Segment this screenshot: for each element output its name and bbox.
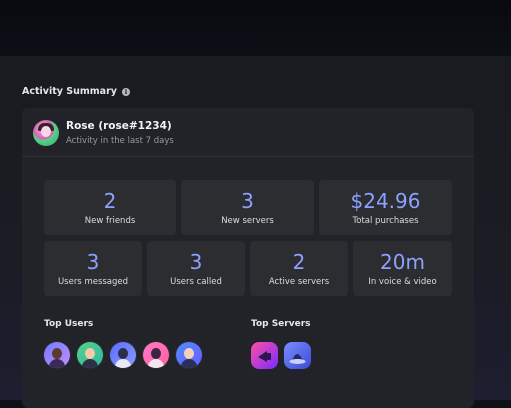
avatar-head [52, 348, 62, 359]
user-subtitle: Activity in the last 7 days [66, 136, 174, 146]
stat-voice-video: 20m In voice & video [353, 241, 452, 296]
top-user-avatar[interactable] [176, 342, 202, 368]
stat-active-servers: 2 Active servers [250, 241, 348, 296]
stat-new-servers: 3 New servers [181, 180, 314, 235]
stat-label: Users called [170, 277, 222, 287]
avatar-body [148, 359, 164, 368]
stat-label: Users messaged [57, 277, 129, 287]
top-header-band [0, 0, 511, 56]
avatar-head [118, 348, 128, 359]
stat-label: Active servers [268, 277, 330, 287]
stat-label: Total purchases [352, 216, 419, 226]
top-user-avatar[interactable] [77, 342, 103, 368]
stat-value: $24.96 [350, 189, 421, 213]
avatar-body [115, 359, 131, 368]
stat-value: 3 [241, 189, 254, 213]
stat-label: In voice & video [368, 277, 437, 287]
stat-value: 3 [189, 250, 203, 274]
top-user-avatar[interactable] [110, 342, 136, 368]
stat-label: New servers [221, 216, 274, 226]
stat-value: 2 [292, 250, 306, 274]
user-name: Rose (rose#1234) [66, 120, 172, 132]
section-title: Activity Summary [22, 86, 117, 97]
stat-value: 20m [380, 250, 425, 274]
avatar-face [41, 126, 51, 137]
top-server-icon[interactable] [284, 342, 311, 369]
stat-value: 2 [103, 189, 117, 213]
card-header: Rose (rose#1234) Activity in the last 7 … [22, 108, 474, 157]
wizard-icon [289, 354, 306, 364]
avatar-body [181, 359, 197, 368]
stat-total-purchases: $24.96 Total purchases [319, 180, 452, 235]
megaphone-icon [258, 351, 271, 362]
top-users-title: Top Users [44, 319, 94, 329]
avatar-head [151, 348, 161, 359]
stat-new-friends: 2 New friends [44, 180, 176, 235]
stat-users-called: 3 Users called [147, 241, 245, 296]
avatar[interactable] [33, 120, 59, 146]
top-user-avatar[interactable] [143, 342, 169, 368]
stat-value: 3 [86, 250, 100, 274]
top-servers-title: Top Servers [251, 319, 311, 329]
avatar-head [184, 348, 194, 359]
top-server-icon[interactable] [251, 342, 278, 369]
avatar-body [49, 359, 65, 368]
section-heading: Activity Summary i [22, 86, 130, 97]
activity-card: Rose (rose#1234) Activity in the last 7 … [22, 108, 474, 408]
stat-label: New friends [84, 216, 136, 226]
stat-users-messaged: 3 Users messaged [44, 241, 142, 296]
info-icon[interactable]: i [121, 87, 130, 96]
top-user-avatar[interactable] [44, 342, 70, 368]
avatar-head [85, 348, 95, 359]
avatar-body [82, 359, 98, 368]
